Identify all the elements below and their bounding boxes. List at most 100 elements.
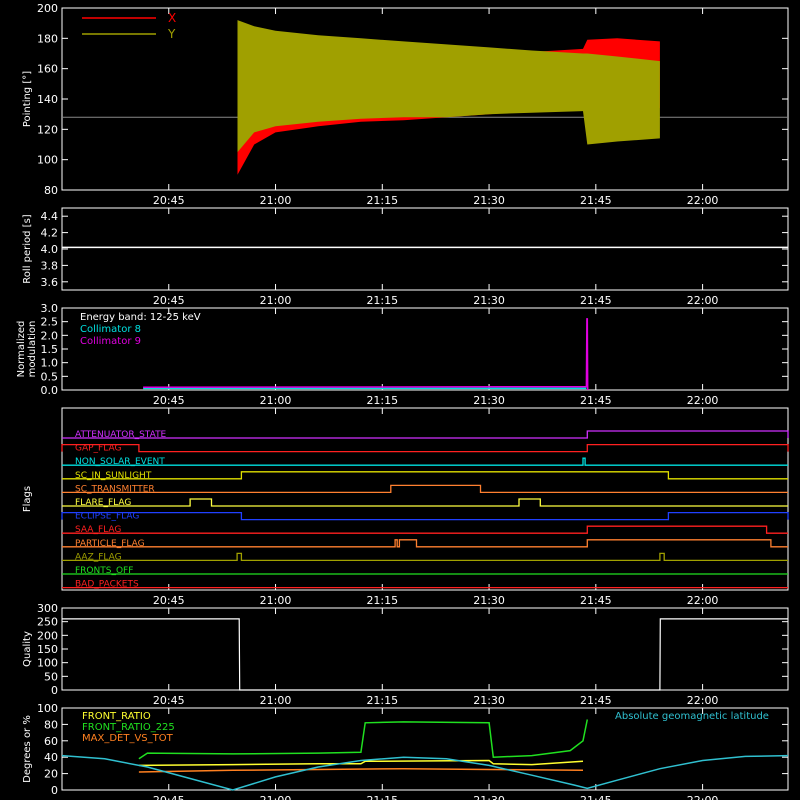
flag-label-aaz_flag: AAZ_FLAG: [75, 552, 122, 562]
flag-label-bad_packets: BAD_PACKETS: [75, 580, 139, 590]
ratios-legend-0: FRONT_RATIO: [82, 711, 151, 722]
flag-line-sc_in_sunlight: [62, 471, 788, 480]
ratios-xtick-label-0: 20:45: [153, 794, 185, 800]
flag-label-fronts_off: FRONTS_OFF: [75, 566, 133, 576]
roll-xtick-label-5: 22:00: [687, 294, 719, 307]
quality-series-0: [62, 618, 788, 691]
roll-ytick-label-4: 4.4: [41, 210, 59, 223]
ratios-ytick-label-3: 60: [44, 735, 58, 748]
modulation-ytick-label-5: 2.5: [41, 316, 59, 329]
ratios-series-0: [138, 719, 589, 760]
flag-line-eclipse_flag: [61, 511, 789, 521]
modulation-ytick-label-6: 3.0: [41, 302, 59, 315]
modulation-xtick-label-4: 21:45: [580, 394, 612, 407]
flag-line-attenuator_state: [62, 430, 789, 439]
modulation-ylabel-2: modulation: [27, 321, 38, 378]
flag-line-sc_transmitter: [62, 484, 788, 494]
pointing-xtick-label-0: 20:45: [153, 194, 185, 207]
ratios-legend-right: Absolute geomagnetic latitude: [615, 711, 769, 722]
flag-line-aaz_flag: [62, 552, 788, 562]
pointing-ytick-label-2: 120: [37, 123, 58, 136]
pointing-ytick-label-0: 80: [44, 184, 58, 197]
pointing-xtick-label-2: 21:15: [366, 194, 398, 207]
roll-xtick-label-1: 21:00: [260, 294, 292, 307]
ratios-ytick-label-1: 20: [44, 768, 58, 781]
rhessi-quicklook-chart: 20:45 21:00 21:15 21:30 21:45 22:00 80 100 120 14…: [16, 2, 789, 800]
quality-ytick-label-2: 100: [37, 657, 58, 670]
modulation-ylabel-1: Normalized: [16, 321, 27, 378]
roll-ytick-label-0: 3.6: [41, 276, 59, 289]
roll-xtick-label-0: 20:45: [153, 294, 185, 307]
roll-xtick-label-4: 21:45: [580, 294, 612, 307]
pointing-ytick-label-5: 180: [37, 32, 58, 45]
roll-ytick-label-1: 3.8: [41, 259, 59, 272]
quality-ytick-label-3: 150: [37, 643, 58, 656]
roll-xtick-label-2: 21:15: [366, 294, 398, 307]
ratios-xtick-label-1: 21:00: [260, 794, 292, 800]
quality-xtick-label-0: 20:45: [153, 694, 185, 707]
pointing-xtick-label-3: 21:30: [473, 194, 505, 207]
quality-frame: [61, 607, 789, 691]
pointing-xtick-label-4: 21:45: [580, 194, 612, 207]
pointing-xtick-label-5: 22:00: [687, 194, 719, 207]
pointing-ytick-label-4: 160: [37, 63, 58, 76]
flags-xtick-label-1: 21:00: [260, 594, 292, 607]
modulation-ytick-label-2: 1.0: [41, 357, 59, 370]
flag-label-sc_in_sunlight: SC_IN_SUNLIGHT: [75, 471, 152, 481]
quality-xtick-label-4: 21:45: [580, 694, 612, 707]
ratios-xtick-label-2: 21:15: [366, 794, 398, 800]
quality-ytick-label-1: 50: [44, 670, 58, 683]
flags-xtick-label-5: 22:00: [687, 594, 719, 607]
modulation-ytick-label-1: 0.5: [41, 370, 59, 383]
modulation-legend-0: Energy band: 12-25 keV: [80, 312, 201, 323]
flag-label-gap_flag: GAP_FLAG: [75, 444, 121, 454]
pointing-ytick-label-3: 140: [37, 93, 58, 106]
modulation-xtick-label-5: 22:00: [687, 394, 719, 407]
flag-label-attenuator_state: ATTENUATOR_STATE: [75, 430, 167, 440]
modulation-ytick-label-4: 2.0: [41, 329, 59, 342]
flag-label-saa_flag: SAA_FLAG: [75, 525, 121, 535]
roll-ylabel: Roll period [s]: [22, 214, 33, 283]
ratios-xtick-label-4: 21:45: [580, 794, 612, 800]
quality-ytick-label-6: 300: [37, 602, 58, 615]
flag-line-saa_flag: [62, 525, 788, 534]
modulation-xtick-label-0: 20:45: [153, 394, 185, 407]
modulation-legend-1: Collimator 8: [80, 324, 141, 335]
modulation-xtick-label-2: 21:15: [366, 394, 398, 407]
flag-label-eclipse_flag: ECLIPSE_FLAG: [75, 512, 139, 522]
pointing-ytick-label-1: 100: [37, 154, 58, 167]
flags-xtick-label-0: 20:45: [153, 594, 185, 607]
flag-label-particle_flag: PARTICLE_FLAG: [75, 539, 145, 549]
modulation-xtick-label-3: 21:30: [473, 394, 505, 407]
pointing-ylabel: Pointing [°]: [22, 71, 33, 127]
flags-ylabel: Flags: [22, 486, 33, 512]
flag-label-flare_flag: FLARE_FLAG: [75, 498, 131, 508]
ratios-ytick-label-0: 0: [51, 784, 58, 797]
modulation-series-1: [143, 318, 589, 391]
modulation-ytick-label-0: 0.0: [41, 384, 59, 397]
flags-frame: [61, 407, 789, 591]
ratios-xtick-label-5: 22:00: [687, 794, 719, 800]
pointing-legend-label-0: X: [168, 11, 176, 25]
flag-line-gap_flag: [61, 443, 789, 453]
quality-ytick-label-0: 0: [51, 684, 58, 697]
quality-ytick-label-5: 250: [37, 616, 58, 629]
flag-line-non_solar_event: [62, 457, 788, 466]
quality-xtick-label-1: 21:00: [260, 694, 292, 707]
ratios-legend-1: FRONT_RATIO_225: [82, 722, 175, 733]
flag-label-non_solar_event: NON_SOLAR_EVENT: [75, 457, 165, 467]
pointing-xtick-label-1: 21:00: [260, 194, 292, 207]
ratios-ytick-label-4: 80: [44, 718, 58, 731]
flag-line-flare_flag: [62, 498, 788, 507]
ratios-xtick-label-3: 21:30: [473, 794, 505, 800]
flag-line-particle_flag: [62, 539, 788, 548]
roll-xtick-label-3: 21:30: [473, 294, 505, 307]
quality-ytick-label-4: 200: [37, 629, 58, 642]
roll-frame: [61, 207, 789, 291]
flags-xtick-label-3: 21:30: [473, 594, 505, 607]
quality-xtick-label-3: 21:30: [473, 694, 505, 707]
pointing-ytick-label-6: 200: [37, 2, 58, 15]
quality-xtick-label-2: 21:15: [366, 694, 398, 707]
modulation-legend-2: Collimator 9: [80, 336, 141, 347]
ratios-ytick-label-2: 40: [44, 751, 58, 764]
